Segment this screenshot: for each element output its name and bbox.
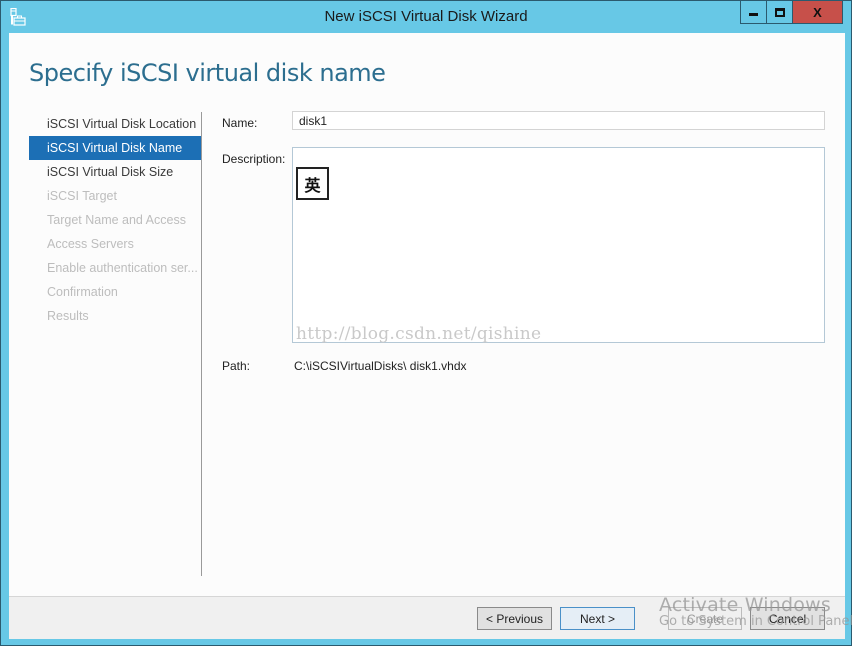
path-value: C:\iSCSIVirtualDisks\ disk1.vhdx: [294, 359, 467, 373]
maximize-icon: [774, 7, 785, 17]
step-virtual-disk-size[interactable]: iSCSI Virtual Disk Size: [29, 160, 201, 184]
path-label: Path:: [222, 359, 251, 373]
previous-button[interactable]: < Previous: [477, 607, 552, 630]
create-button: Create: [668, 607, 742, 630]
close-button[interactable]: X: [793, 1, 842, 23]
step-confirmation: Confirmation: [47, 285, 118, 299]
minimize-button[interactable]: [741, 1, 767, 23]
step-virtual-disk-location[interactable]: iSCSI Virtual Disk Location: [29, 112, 201, 136]
nav-divider: [201, 112, 202, 576]
ime-mode-icon: 英: [296, 167, 329, 200]
step-target-name-and-access: Target Name and Access: [47, 213, 186, 227]
cancel-button[interactable]: Cancel: [750, 607, 825, 630]
title-bar[interactable]: New iSCSI Virtual Disk Wizard X: [1, 1, 851, 33]
wizard-client-area: Specify iSCSI virtual disk name iSCSI Vi…: [9, 33, 845, 639]
window-controls: X: [740, 1, 843, 24]
name-input[interactable]: [292, 111, 825, 130]
maximize-button[interactable]: [767, 1, 793, 23]
step-access-servers: Access Servers: [47, 237, 134, 251]
minimize-icon: [749, 12, 758, 16]
close-icon: X: [813, 4, 822, 20]
step-virtual-disk-name[interactable]: iSCSI Virtual Disk Name: [29, 136, 201, 160]
description-textarea[interactable]: 英: [292, 147, 825, 343]
step-iscsi-target: iSCSI Target: [47, 189, 117, 203]
wizard-steps-nav: iSCSI Virtual Disk Location iSCSI Virtua…: [29, 112, 201, 328]
wizard-window: New iSCSI Virtual Disk Wizard X Specify …: [0, 0, 852, 646]
step-enable-authentication: Enable authentication ser...: [47, 261, 198, 275]
step-results: Results: [47, 309, 89, 323]
wizard-footer: < Previous Next > Create Cancel: [9, 596, 845, 639]
page-title: Specify iSCSI virtual disk name: [29, 59, 386, 87]
window-title: New iSCSI Virtual Disk Wizard: [324, 8, 528, 25]
description-label: Description:: [222, 152, 286, 166]
next-button[interactable]: Next >: [560, 607, 635, 630]
name-label: Name:: [222, 116, 258, 130]
